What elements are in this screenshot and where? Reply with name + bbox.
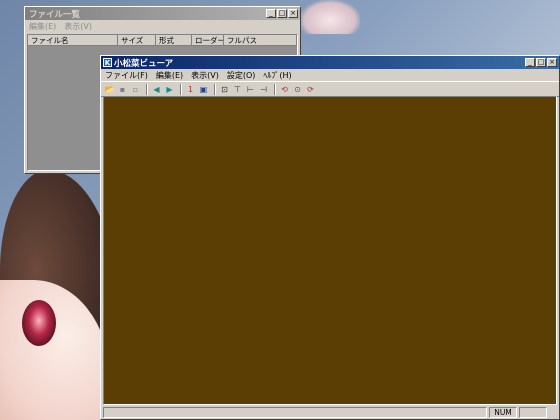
file-list-menubar: 編集(E) 表示(V): [25, 20, 300, 32]
rotate-left-icon[interactable]: ⟲: [279, 84, 290, 95]
toolbar-separator: [214, 83, 216, 95]
minimize-button[interactable]: _: [266, 9, 276, 18]
toolbar-separator: [180, 83, 182, 95]
viewer-titlebar[interactable]: K 小松菜ビューア _ □ ×: [101, 56, 559, 69]
zoom-fit-icon[interactable]: ⊡: [219, 84, 230, 95]
close-button[interactable]: ×: [547, 58, 557, 67]
open-folder-icon[interactable]: 📂: [104, 84, 115, 95]
zoom-height-icon[interactable]: ⊢: [245, 84, 256, 95]
status-num: NUM: [489, 407, 517, 418]
menu-edit[interactable]: 編集(E): [25, 21, 60, 32]
fit-window-icon[interactable]: ▣: [198, 84, 209, 95]
back-arrow-icon[interactable]: ◀: [151, 84, 162, 95]
menu-file[interactable]: ファイル(F): [101, 70, 152, 81]
close-button[interactable]: ×: [288, 9, 298, 18]
menu-edit[interactable]: 編集(E): [152, 70, 187, 81]
forward-arrow-icon[interactable]: ▶: [164, 84, 175, 95]
maximize-button[interactable]: □: [536, 58, 546, 67]
menu-help[interactable]: ﾍﾙﾌﾟ(H): [259, 70, 295, 81]
menu-view[interactable]: 表示(V): [60, 21, 96, 32]
menu-view[interactable]: 表示(V): [187, 70, 223, 81]
viewer-title: 小松菜ビューア: [114, 58, 174, 69]
maximize-button[interactable]: □: [277, 9, 287, 18]
zoom-custom-icon[interactable]: ⊣: [258, 84, 269, 95]
viewer-window[interactable]: K 小松菜ビューア _ □ × ファイル(F) 編集(E) 表示(V) 設定(O…: [100, 55, 560, 420]
zoom-width-icon[interactable]: ⊤: [232, 84, 243, 95]
resize-grip-icon[interactable]: [547, 407, 557, 418]
column-size[interactable]: サイズ: [118, 35, 156, 46]
rotate-icon[interactable]: ⊙: [292, 84, 303, 95]
menu-settings[interactable]: 設定(O): [223, 70, 260, 81]
copy-icon[interactable]: ▫: [130, 84, 141, 95]
save-icon[interactable]: ▪: [117, 84, 128, 95]
file-list-title: ファイル一覧: [29, 9, 81, 20]
minimize-button[interactable]: _: [525, 58, 535, 67]
column-loader[interactable]: ローダー: [192, 35, 224, 46]
wallpaper-detail: [300, 0, 360, 34]
status-text: [103, 407, 487, 418]
app-icon[interactable]: K: [103, 58, 112, 67]
actual-size-icon[interactable]: 1: [185, 84, 196, 95]
viewer-toolbar: 📂 ▪ ▫ ◀ ▶ 1 ▣ ⊡ ⊤ ⊢ ⊣ ⟲ ⊙ ⟳: [101, 81, 559, 97]
toolbar-separator: [274, 83, 276, 95]
rotate-right-icon[interactable]: ⟳: [305, 84, 316, 95]
column-fullpath[interactable]: フルパス: [224, 35, 297, 46]
column-filename[interactable]: ファイル名: [28, 35, 118, 46]
status-bar: NUM: [103, 407, 557, 418]
status-cell: [519, 407, 547, 418]
file-list-header: ファイル名 サイズ 形式 ローダー フルパス: [28, 35, 297, 46]
wallpaper-character-eye: [22, 300, 56, 346]
viewer-menubar: ファイル(F) 編集(E) 表示(V) 設定(O) ﾍﾙﾌﾟ(H): [101, 69, 559, 81]
toolbar-separator: [146, 83, 148, 95]
column-format[interactable]: 形式: [156, 35, 192, 46]
file-list-titlebar[interactable]: ファイル一覧 _ □ ×: [25, 7, 300, 20]
image-canvas[interactable]: [103, 96, 557, 405]
